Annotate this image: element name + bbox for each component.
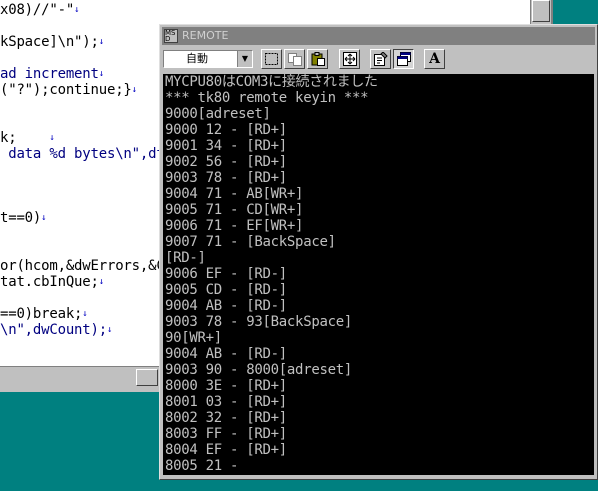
code-line: ("?");continue;}↓	[0, 82, 137, 98]
console-line: 9005 71 - CD[WR+]	[165, 202, 304, 218]
code-line-text: t==0)	[0, 210, 42, 226]
console-line: 8001 03 - [RD+]	[165, 394, 287, 410]
scrollbar-thumb[interactable]	[532, 0, 550, 22]
console-line: 9006 71 - EF[WR+]	[165, 218, 304, 234]
window-title: REMOTE	[182, 29, 229, 42]
line-end-marker: ↓	[41, 213, 47, 223]
console-line: *** tk80 remote keyin ***	[165, 90, 369, 106]
fullscreen-icon	[342, 52, 357, 66]
code-line: ad increment↓	[0, 66, 104, 82]
line-end-marker: ↓	[106, 325, 113, 335]
code-line-text: or(hcom,&dwErrors,&C	[0, 258, 165, 274]
code-line: t==0)↓	[0, 210, 47, 226]
code-line-text: ("?");continue;}	[0, 82, 132, 98]
code-line-text: ad increment	[0, 66, 99, 82]
window-icon	[396, 52, 411, 66]
console-line: 9002 56 - [RD+]	[165, 154, 287, 170]
console-line: 9007 71 - [BackSpace]	[165, 234, 336, 250]
console-line: [RD-]	[165, 250, 206, 266]
console-line: 9000 12 - [RD+]	[165, 122, 287, 138]
font-button[interactable]: A	[424, 49, 445, 69]
fullscreen-button[interactable]	[339, 49, 360, 69]
console-line: 9003 90 - 8000[adreset]	[165, 362, 352, 378]
code-line: ==0)break;↓	[0, 306, 88, 322]
console-line: 8002 32 - [RD+]	[165, 410, 287, 426]
line-end-marker: ↓	[49, 133, 55, 143]
console-line: 9006 EF - [RD-]	[165, 266, 287, 282]
console-line: 8003 FF - [RD+]	[165, 426, 287, 442]
console-line: 9004 AB - [RD-]	[165, 346, 287, 362]
line-end-marker: ↓	[98, 37, 104, 47]
console-line: 9005 CD - [RD-]	[165, 282, 287, 298]
paste-icon	[311, 52, 325, 66]
line-end-marker: ↓	[98, 277, 104, 287]
copy-button[interactable]	[284, 49, 305, 69]
mark-button[interactable]	[261, 49, 282, 69]
console-output[interactable]: MYCPU80はCOM3に接続されました *** tk80 remote keyi…	[163, 74, 594, 475]
scrollbar-thumb[interactable]	[136, 369, 158, 386]
console-line: 9003 78 - 93[BackSpace]	[165, 314, 352, 330]
console-line: 9001 34 - [RD+]	[165, 138, 287, 154]
code-line-text: ==0)break;	[0, 306, 83, 322]
title-bar[interactable]: MS D REMOTE	[162, 27, 595, 45]
console-line: 9003 78 - [RD+]	[165, 170, 287, 186]
chevron-down-icon[interactable]: ▼	[237, 51, 252, 67]
mark-icon	[265, 53, 278, 65]
code-line-text: x08)//"-"	[0, 2, 75, 18]
remote-window: MS D REMOTE 自動 ▼ A MYCPU80はCOM3に接続されました **…	[159, 24, 598, 480]
console-line: 8000 3E - [RD+]	[165, 378, 287, 394]
console-line: MYCPU80はCOM3に接続されました	[165, 74, 378, 90]
code-line-text: k;	[0, 130, 50, 146]
code-line-text: data %d bytes\n",dt	[0, 146, 165, 162]
console-line: 9004 AB - [RD-]	[165, 298, 287, 314]
line-end-marker: ↓	[98, 69, 104, 79]
console-line: 9000[adreset]	[165, 106, 271, 122]
console-line: 8004 EF - [RD+]	[165, 442, 287, 458]
code-line-text: \n",dwCount);	[0, 322, 107, 338]
font-size-select[interactable]: 自動 ▼	[163, 50, 253, 68]
app-icon[interactable]: MS D	[164, 29, 178, 43]
console-line: 8005 21 -	[165, 458, 239, 474]
font-icon: A	[429, 51, 440, 67]
code-line: or(hcom,&dwErrors,&C	[0, 258, 165, 274]
console-line: 90[WR+]	[165, 330, 222, 346]
code-line: x08)//"-"↓	[0, 2, 79, 18]
code-line-text: tat.cbInQue;	[0, 274, 99, 290]
paste-button[interactable]	[307, 49, 328, 69]
toolbar: 自動 ▼ A	[162, 48, 595, 72]
code-line: \n",dwCount);↓	[0, 322, 112, 338]
copy-icon	[287, 52, 302, 66]
code-line-text: kSpace]\n");	[0, 34, 99, 50]
code-line: tat.cbInQue;↓	[0, 274, 104, 290]
properties-icon	[373, 52, 388, 66]
line-end-marker: ↓	[82, 309, 88, 319]
line-end-marker: ↓	[74, 5, 80, 15]
code-line: kSpace]\n");↓	[0, 34, 104, 50]
console-line: 9004 71 - AB[WR+]	[165, 186, 304, 202]
code-line: k; ↓	[0, 130, 55, 146]
code-line: data %d bytes\n",dt	[0, 146, 165, 162]
line-end-marker: ↓	[131, 85, 137, 95]
properties-button[interactable]	[370, 49, 391, 69]
font-size-value: 自動	[186, 52, 208, 65]
background-button[interactable]	[393, 49, 414, 69]
